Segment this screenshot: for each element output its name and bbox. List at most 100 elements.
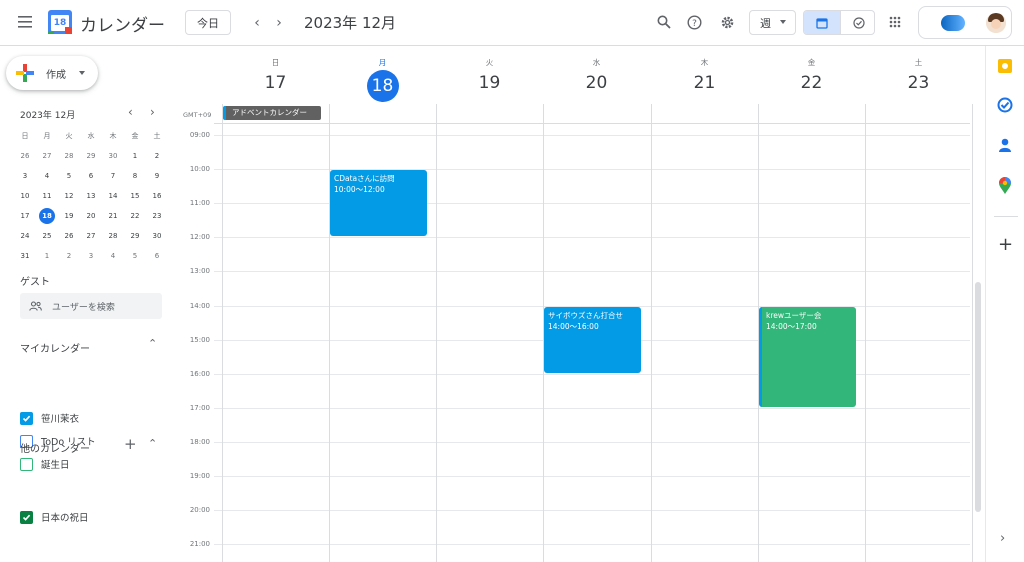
help-icon[interactable]: ? xyxy=(680,8,708,36)
all-day-event[interactable]: アドベントカレンダー xyxy=(223,106,321,120)
day-number[interactable]: 17 xyxy=(222,73,329,93)
day-header-21[interactable]: 木 21 xyxy=(651,46,758,104)
mini-day[interactable]: 8 xyxy=(124,166,146,186)
mini-day[interactable]: 2 xyxy=(58,246,80,266)
apps-grid-icon[interactable] xyxy=(881,8,909,36)
guest-search-input[interactable]: ユーザーを検索 xyxy=(20,293,162,319)
mini-day[interactable]: 4 xyxy=(102,246,124,266)
mini-day[interactable]: 4 xyxy=(36,166,58,186)
keep-icon[interactable] xyxy=(998,59,1012,73)
mini-day[interactable]: 5 xyxy=(58,166,80,186)
mini-day[interactable]: 3 xyxy=(80,246,102,266)
mini-day[interactable]: 24 xyxy=(14,226,36,246)
expand-panel-icon[interactable]: › xyxy=(1000,531,1005,546)
day-header-18[interactable]: 月 18 xyxy=(329,46,436,104)
mini-day[interactable]: 5 xyxy=(124,246,146,266)
day-number[interactable]: 18 xyxy=(366,70,399,102)
my-calendars-title[interactable]: マイカレンダー xyxy=(20,340,90,355)
main-menu-icon[interactable] xyxy=(11,8,39,36)
event-block[interactable]: krewユーザー会 14:00～17:00 xyxy=(759,306,856,407)
mini-day[interactable]: 31 xyxy=(14,246,36,266)
checkbox-checked-icon[interactable] xyxy=(20,510,33,524)
settings-gear-icon[interactable] xyxy=(713,8,741,36)
account-switcher[interactable] xyxy=(918,6,1012,39)
mini-prev-month-icon[interactable]: ‹ xyxy=(128,105,133,119)
mini-day[interactable]: 11 xyxy=(36,186,58,206)
mini-day[interactable]: 27 xyxy=(80,226,102,246)
mini-day[interactable]: 1 xyxy=(124,146,146,166)
mini-day[interactable]: 12 xyxy=(58,186,80,206)
day-number[interactable]: 23 xyxy=(865,73,972,93)
other-calendars-collapse-icon[interactable]: ⌃ xyxy=(148,437,157,450)
checkbox-checked-icon[interactable] xyxy=(20,411,33,425)
tasks-icon[interactable] xyxy=(997,97,1013,113)
search-icon[interactable] xyxy=(650,8,678,36)
avatar[interactable] xyxy=(986,13,1006,33)
mini-day[interactable]: 19 xyxy=(58,206,80,226)
day-header-17[interactable]: 日 17 xyxy=(222,46,329,104)
calendar-view-toggle-icon[interactable] xyxy=(804,11,840,34)
day-number[interactable]: 20 xyxy=(543,73,650,93)
mini-day[interactable]: 23 xyxy=(146,206,168,226)
maps-icon[interactable] xyxy=(998,177,1012,195)
event-block[interactable]: CDataさんに訪問 10:00～12:00 xyxy=(330,170,427,237)
mini-day[interactable]: 6 xyxy=(80,166,102,186)
hour-line xyxy=(214,169,970,170)
mini-day[interactable]: 17 xyxy=(14,206,36,226)
mini-day[interactable]: 29 xyxy=(124,226,146,246)
tasks-view-toggle-icon[interactable] xyxy=(840,11,874,34)
mini-day[interactable]: 21 xyxy=(102,206,124,226)
my-calendars-collapse-icon[interactable]: ⌃ xyxy=(148,337,157,350)
mini-day[interactable]: 26 xyxy=(58,226,80,246)
mini-day[interactable]: 7 xyxy=(102,166,124,186)
mini-day[interactable]: 28 xyxy=(102,226,124,246)
mini-day[interactable]: 2 xyxy=(146,146,168,166)
hour-line xyxy=(214,135,970,136)
scrollbar-thumb[interactable] xyxy=(975,282,981,512)
next-week-icon[interactable]: › xyxy=(265,9,293,37)
view-selector[interactable]: 週 xyxy=(749,10,796,35)
day-header-22[interactable]: 金 22 xyxy=(758,46,865,104)
mini-day[interactable]: 30 xyxy=(146,226,168,246)
mini-day[interactable]: 28 xyxy=(58,146,80,166)
create-button[interactable]: 作成 xyxy=(6,56,98,90)
day-number[interactable]: 19 xyxy=(436,73,543,93)
mini-day[interactable]: 6 xyxy=(146,246,168,266)
mini-day[interactable]: 16 xyxy=(146,186,168,206)
hour-line xyxy=(214,374,970,375)
day-number[interactable]: 21 xyxy=(651,73,758,93)
mini-weekday: 火 xyxy=(65,132,73,140)
calendar-item[interactable]: 誕生日 xyxy=(20,455,70,473)
hour-label: 13:00 xyxy=(189,267,210,275)
calendar-item[interactable]: 笹川茉衣 xyxy=(20,409,79,427)
mini-day[interactable]: 3 xyxy=(14,166,36,186)
mini-day[interactable]: 27 xyxy=(36,146,58,166)
mini-day[interactable]: 13 xyxy=(80,186,102,206)
mini-day[interactable]: 26 xyxy=(14,146,36,166)
mini-day[interactable]: 30 xyxy=(102,146,124,166)
day-header-23[interactable]: 土 23 xyxy=(865,46,972,104)
contacts-icon[interactable] xyxy=(998,137,1012,153)
checkbox-unchecked-icon[interactable] xyxy=(20,457,33,471)
day-header-19[interactable]: 火 19 xyxy=(436,46,543,104)
calendar-item[interactable]: 日本の祝日 xyxy=(20,508,89,526)
mini-day[interactable]: 22 xyxy=(124,206,146,226)
mini-day[interactable]: 29 xyxy=(80,146,102,166)
mini-day-number: 21 xyxy=(108,212,118,220)
today-button[interactable]: 今日 xyxy=(185,10,231,35)
mini-day[interactable]: 15 xyxy=(124,186,146,206)
mini-day[interactable]: 18 xyxy=(36,206,58,226)
mini-day[interactable]: 14 xyxy=(102,186,124,206)
day-header-20[interactable]: 水 20 xyxy=(543,46,650,104)
day-number[interactable]: 22 xyxy=(758,73,865,93)
mini-day[interactable]: 9 xyxy=(146,166,168,186)
mini-day[interactable]: 20 xyxy=(80,206,102,226)
mini-next-month-icon[interactable]: › xyxy=(150,105,155,119)
mini-day[interactable]: 1 xyxy=(36,246,58,266)
mini-day[interactable]: 25 xyxy=(36,226,58,246)
event-block[interactable]: サイボウズさん打合せ 14:00～16:00 xyxy=(544,306,641,373)
add-other-calendar-icon[interactable]: + xyxy=(124,435,137,453)
mini-day[interactable]: 10 xyxy=(14,186,36,206)
hour-label: 21:00 xyxy=(189,540,210,548)
add-addon-icon[interactable]: + xyxy=(998,236,1013,254)
